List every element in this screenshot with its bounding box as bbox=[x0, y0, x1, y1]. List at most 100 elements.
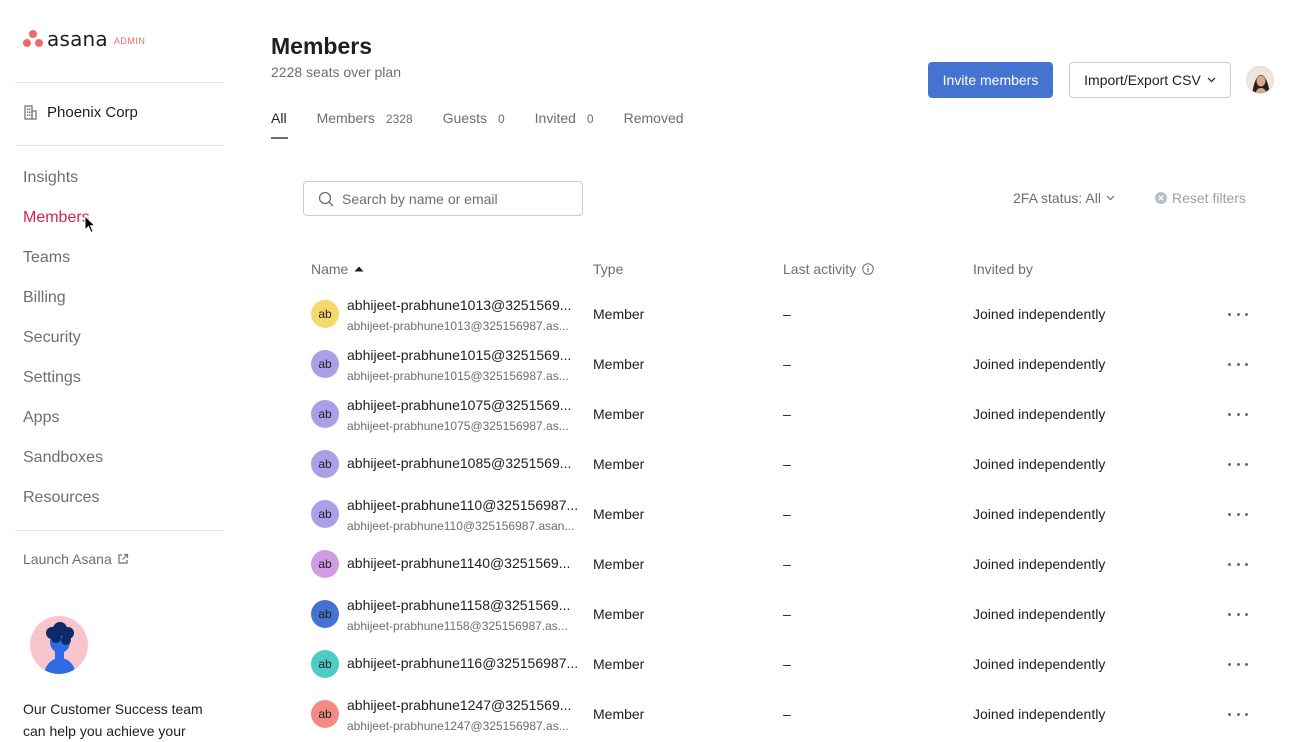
member-name[interactable]: abhijeet-prabhune110@325156987... bbox=[347, 497, 587, 513]
tab-count: 2328 bbox=[385, 112, 413, 126]
table-row[interactable]: ab abhijeet-prabhune1247@3251569... abhije… bbox=[238, 689, 1300, 739]
more-actions-icon[interactable] bbox=[1228, 705, 1248, 723]
column-label: Type bbox=[593, 261, 624, 277]
column-header-type[interactable]: Type bbox=[593, 261, 623, 277]
mouse-cursor-icon bbox=[84, 215, 96, 234]
sidebar-item-settings[interactable]: Settings bbox=[23, 368, 103, 408]
tab-guests[interactable]: Guests 0 bbox=[443, 110, 505, 126]
member-name[interactable]: abhijeet-prabhune1013@3251569... bbox=[347, 297, 587, 313]
member-invited-by: Joined independently bbox=[973, 356, 1106, 372]
member-name[interactable]: abhijeet-prabhune1247@3251569... bbox=[347, 697, 587, 713]
table-row[interactable]: ab abhijeet-prabhune1013@3251569... abhije… bbox=[238, 289, 1300, 339]
member-tabs: All Members 2328 Guests 0 Invited 0 Remo… bbox=[271, 110, 714, 139]
member-type: Member bbox=[593, 656, 645, 672]
member-invited-by: Joined independently bbox=[973, 706, 1106, 722]
table-row[interactable]: ab abhijeet-prabhune1015@3251569... abhije… bbox=[238, 339, 1300, 389]
launch-asana-link[interactable]: Launch Asana bbox=[23, 551, 129, 567]
member-last-activity: – bbox=[783, 456, 791, 472]
member-invited-by: Joined independently bbox=[973, 606, 1106, 622]
asana-admin-logo[interactable]: asana ADMIN bbox=[23, 27, 145, 51]
info-icon[interactable] bbox=[862, 263, 874, 275]
more-actions-icon[interactable] bbox=[1228, 455, 1248, 473]
invite-members-button[interactable]: Invite members bbox=[928, 62, 1053, 98]
asana-logo-icon bbox=[23, 30, 43, 48]
member-type: Member bbox=[593, 706, 645, 722]
member-invited-by: Joined independently bbox=[973, 656, 1106, 672]
column-label: Name bbox=[311, 261, 349, 277]
more-actions-icon[interactable] bbox=[1228, 555, 1248, 573]
sidebar-item-teams[interactable]: Teams bbox=[23, 248, 103, 288]
tab-label: All bbox=[271, 110, 287, 126]
sort-ascending-icon bbox=[354, 266, 364, 272]
import-export-label: Import/Export CSV bbox=[1084, 72, 1201, 88]
member-type: Member bbox=[593, 506, 645, 522]
member-name[interactable]: abhijeet-prabhune1015@3251569... bbox=[347, 347, 587, 363]
member-type: Member bbox=[593, 606, 645, 622]
member-last-activity: – bbox=[783, 356, 791, 372]
sidebar-item-sandboxes[interactable]: Sandboxes bbox=[23, 448, 103, 488]
member-name[interactable]: abhijeet-prabhune1140@3251569... bbox=[347, 555, 587, 571]
tab-all[interactable]: All bbox=[271, 110, 288, 139]
member-last-activity: – bbox=[783, 306, 791, 322]
reset-filters-label: Reset filters bbox=[1172, 190, 1246, 206]
table-row[interactable]: ab abhijeet-prabhune1140@3251569... Member… bbox=[238, 539, 1300, 589]
org-name: Phoenix Corp bbox=[47, 104, 138, 121]
external-link-icon bbox=[118, 553, 128, 564]
twofa-status-filter[interactable]: 2FA status: All bbox=[1013, 190, 1115, 206]
search-input[interactable] bbox=[342, 190, 562, 207]
more-actions-icon[interactable] bbox=[1228, 305, 1248, 323]
member-last-activity: – bbox=[783, 706, 791, 722]
tab-label: Guests bbox=[442, 110, 487, 126]
column-header-invited-by[interactable]: Invited by bbox=[973, 261, 1033, 277]
member-email: abhijeet-prabhune1015@325156987.as... bbox=[347, 369, 569, 383]
member-type: Member bbox=[593, 406, 645, 422]
reset-filters-button[interactable]: Reset filters bbox=[1155, 190, 1246, 206]
sidebar-item-insights[interactable]: Insights bbox=[23, 168, 103, 208]
sidebar-item-security[interactable]: Security bbox=[23, 328, 103, 368]
table-row[interactable]: ab abhijeet-prabhune116@325156987... Membe… bbox=[238, 639, 1300, 689]
table-row[interactable]: ab abhijeet-prabhune1085@3251569... Member… bbox=[238, 439, 1300, 489]
sidebar-divider bbox=[15, 82, 223, 83]
more-actions-icon[interactable] bbox=[1228, 655, 1248, 673]
table-row[interactable]: ab abhijeet-prabhune110@325156987... abhij… bbox=[238, 489, 1300, 539]
member-last-activity: – bbox=[783, 556, 791, 572]
member-name[interactable]: abhijeet-prabhune1075@3251569... bbox=[347, 397, 587, 413]
tab-members[interactable]: Members 2328 bbox=[317, 110, 413, 126]
tab-count: 0 bbox=[586, 112, 594, 126]
more-actions-icon[interactable] bbox=[1228, 405, 1248, 423]
member-avatar: ab bbox=[311, 650, 339, 678]
user-avatar[interactable] bbox=[1246, 66, 1274, 94]
member-email: abhijeet-prabhune1158@325156987.as... bbox=[347, 619, 568, 633]
org-switcher[interactable]: Phoenix Corp bbox=[23, 104, 138, 121]
member-avatar: ab bbox=[311, 400, 339, 428]
member-type: Member bbox=[593, 556, 645, 572]
sidebar-item-apps[interactable]: Apps bbox=[23, 408, 103, 448]
member-name[interactable]: abhijeet-prabhune116@325156987... bbox=[347, 655, 587, 671]
tab-label: Invited bbox=[534, 110, 576, 126]
more-actions-icon[interactable] bbox=[1228, 605, 1248, 623]
table-header: Name Type Last activity Invited by bbox=[238, 261, 1300, 277]
page-subtitle: 2228 seats over plan bbox=[271, 64, 401, 80]
sidebar-item-resources[interactable]: Resources bbox=[23, 488, 103, 528]
more-actions-icon[interactable] bbox=[1228, 355, 1248, 373]
table-row[interactable]: ab abhijeet-prabhune1158@3251569... abhije… bbox=[238, 589, 1300, 639]
table-row[interactable]: ab abhijeet-prabhune1075@3251569... abhije… bbox=[238, 389, 1300, 439]
member-email: abhijeet-prabhune1013@325156987.as... bbox=[347, 319, 569, 333]
member-type: Member bbox=[593, 356, 645, 372]
chevron-down-icon bbox=[1106, 195, 1115, 201]
sidebar-item-billing[interactable]: Billing bbox=[23, 288, 103, 328]
column-header-last-activity[interactable]: Last activity bbox=[783, 261, 874, 277]
search-icon bbox=[318, 191, 334, 206]
member-type: Member bbox=[593, 306, 645, 322]
member-name[interactable]: abhijeet-prabhune1085@3251569... bbox=[347, 455, 587, 471]
column-header-name[interactable]: Name bbox=[311, 261, 364, 277]
customer-success-illustration bbox=[30, 616, 88, 674]
member-name[interactable]: abhijeet-prabhune1158@3251569... bbox=[347, 597, 587, 613]
more-actions-icon[interactable] bbox=[1228, 505, 1248, 523]
tab-count: 0 bbox=[497, 112, 505, 126]
sidebar-divider bbox=[15, 530, 223, 531]
tab-removed[interactable]: Removed bbox=[624, 110, 684, 126]
tab-invited[interactable]: Invited 0 bbox=[535, 110, 594, 126]
member-avatar: ab bbox=[311, 550, 339, 578]
import-export-csv-button[interactable]: Import/Export CSV bbox=[1069, 62, 1231, 98]
